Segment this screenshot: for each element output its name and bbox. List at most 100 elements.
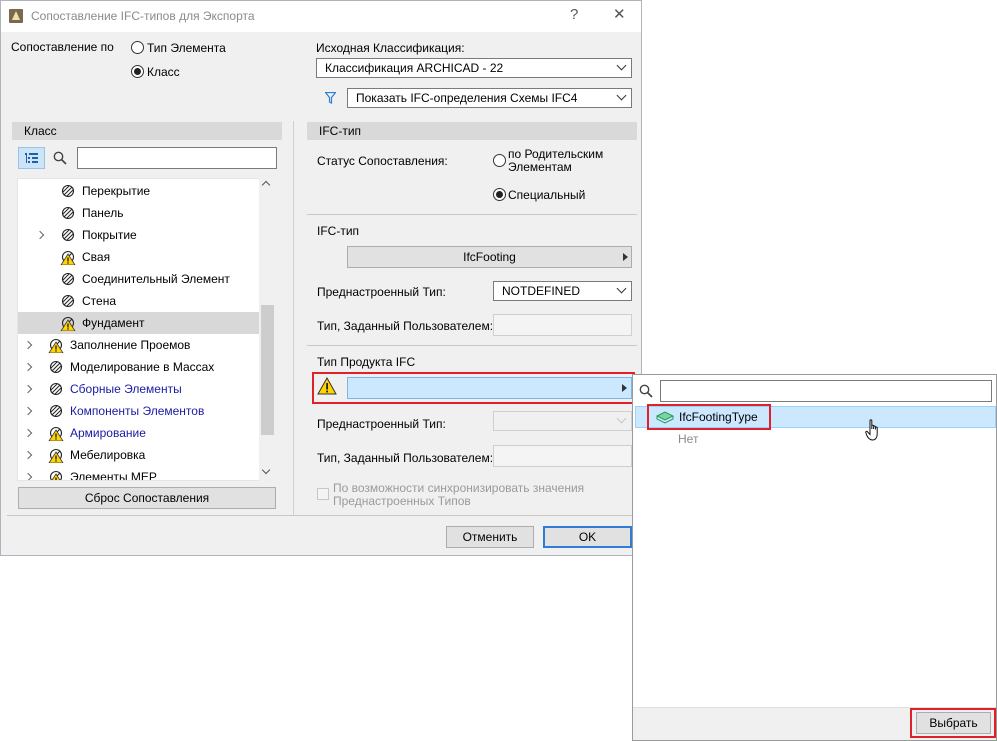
tree-item-label: Свая	[82, 250, 111, 264]
hand-cursor-icon	[865, 419, 878, 441]
predefined-type-select[interactable]: NOTDEFINED	[493, 281, 632, 301]
user-defined-type-label: Тип, Заданный Пользователем:	[317, 319, 494, 333]
tree-item[interactable]: Моделирование в Массах	[18, 356, 261, 378]
separator	[307, 214, 637, 215]
panel-icon	[61, 206, 75, 220]
assembly-icon	[49, 382, 63, 396]
tree-item[interactable]: Соединительный Элемент	[18, 268, 261, 290]
radio-element-type-label[interactable]: Тип Элемента	[147, 41, 226, 55]
warning-rebar-icon	[48, 426, 64, 441]
ok-button[interactable]: OK	[543, 526, 632, 548]
help-button[interactable]: ?	[570, 7, 578, 23]
highlight-frame-ifcfootingtype	[647, 404, 771, 430]
tree-item[interactable]: Панель	[18, 202, 261, 224]
radio-class-label[interactable]: Класс	[147, 65, 180, 79]
ifc-schema-filter-select[interactable]: Показать IFC-определения Схемы IFC4	[347, 88, 632, 108]
predefined-type-2-select	[493, 411, 632, 431]
tree-item-label: Моделирование в Массах	[70, 360, 215, 374]
tree-item[interactable]: Свая	[18, 246, 261, 268]
tree-item-label: Компоненты Элементов	[70, 404, 205, 418]
tree-item[interactable]: Перекрытие	[18, 180, 261, 202]
window-title: Сопоставление IFC-типов для Экспорта	[31, 9, 255, 23]
radio-status-parent-label[interactable]: по Родительским Элементам	[508, 148, 618, 174]
tree-list-icon	[25, 153, 38, 163]
user-defined-type-2-field	[493, 445, 632, 467]
chevron-down-icon	[616, 283, 627, 294]
tree-item[interactable]: Покрытие	[18, 224, 261, 246]
radio-status-special[interactable]	[493, 188, 506, 201]
tree-item[interactable]: Стена	[18, 290, 261, 312]
tree-item-label: Сборные Элементы	[70, 382, 182, 396]
source-classification-select[interactable]: Классификация ARCHICAD - 22	[316, 58, 632, 78]
popup-search-input[interactable]	[660, 380, 992, 402]
covering-icon	[61, 228, 75, 242]
warning-furniture-icon	[48, 448, 64, 463]
popup-item-none[interactable]: Нет	[678, 432, 698, 446]
warning-footing-icon	[60, 316, 76, 331]
separator	[307, 345, 637, 346]
tree-item-label: Элементы MEP	[70, 470, 157, 481]
chevron-right-icon[interactable]	[23, 384, 33, 394]
chevron-right-icon[interactable]	[35, 230, 45, 240]
tree-item-label: Соединительный Элемент	[82, 272, 230, 286]
product-type-popup: IfcFootingType Нет Выбрать	[632, 374, 997, 741]
ifc-schema-filter-value: Показать IFC-определения Схемы IFC4	[356, 91, 578, 105]
highlight-frame-product-type	[312, 372, 635, 404]
sync-predefined-label: По возможности синхронизировать значения…	[333, 481, 585, 508]
predefined-type-label: Преднастроенный Тип:	[317, 285, 446, 299]
ifc-type-selector-button[interactable]: IfcFooting	[347, 246, 632, 268]
archicad-app-icon	[9, 9, 23, 23]
sync-predefined-checkbox	[317, 488, 329, 500]
tree-item[interactable]: Армирование	[18, 422, 261, 444]
chevron-down-icon	[616, 60, 627, 71]
tree-item-label: Покрытие	[82, 228, 137, 242]
filter-icon	[325, 92, 336, 104]
tree-item[interactable]: Фундамент	[18, 312, 261, 334]
tree-item[interactable]: Заполнение Проемов	[18, 334, 261, 356]
close-button[interactable]: ✕	[613, 7, 626, 23]
ifc-type-section-label: IFC-тип	[317, 224, 360, 238]
highlight-frame-select-button	[910, 708, 996, 738]
tree-item-label: Заполнение Проемов	[70, 338, 191, 352]
chevron-right-icon[interactable]	[23, 340, 33, 350]
warning-opening-icon	[48, 338, 64, 353]
predefined-type-2-label: Преднастроенный Тип:	[317, 417, 446, 431]
scrollbar-thumb[interactable]	[261, 305, 274, 435]
tree-view-toggle-button[interactable]	[18, 147, 45, 169]
radio-element-type[interactable]	[131, 41, 144, 54]
tree-item[interactable]: Мебелировка	[18, 444, 261, 466]
ifc-type-value: IfcFooting	[463, 250, 516, 264]
chevron-right-icon[interactable]	[23, 406, 33, 416]
tree-item-label: Стена	[82, 294, 117, 308]
chevron-right-icon[interactable]	[23, 472, 33, 480]
radio-status-special-label[interactable]: Специальный	[508, 188, 585, 202]
warning-mep-icon	[49, 470, 63, 480]
tree-item-label: Фундамент	[82, 316, 145, 330]
chevron-right-icon[interactable]	[23, 450, 33, 460]
wall-icon	[61, 294, 75, 308]
user-defined-type-field	[493, 314, 632, 336]
arrow-right-icon	[623, 253, 628, 261]
radio-class[interactable]	[131, 65, 144, 78]
mapping-status-label: Статус Сопоставления:	[317, 154, 448, 168]
class-search-input[interactable]	[77, 147, 277, 169]
chevron-right-icon[interactable]	[23, 362, 33, 372]
slab-icon	[61, 184, 75, 198]
tree-item[interactable]: Сборные Элементы	[18, 378, 261, 400]
radio-status-parent[interactable]	[493, 154, 506, 167]
tree-item[interactable]: Элементы MEP	[18, 466, 261, 481]
title-bar: Сопоставление IFC-типов для Экспорта ? ✕	[1, 1, 641, 32]
reset-mapping-button[interactable]: Сброс Сопоставления	[18, 487, 276, 509]
cancel-button[interactable]: Отменить	[446, 526, 534, 548]
chevron-right-icon[interactable]	[23, 428, 33, 438]
tree-item[interactable]: Компоненты Элементов	[18, 400, 261, 422]
warning-pile-icon	[60, 250, 76, 265]
chevron-down-icon	[616, 90, 627, 101]
class-tree[interactable]: Перекрытие Панель Покрытие Свая Соединительн…	[17, 178, 275, 481]
tree-item-label: Панель	[82, 206, 124, 220]
source-classification-value: Классификация ARCHICAD - 22	[325, 61, 504, 75]
tree-item-label: Перекрытие	[82, 184, 151, 198]
ifc-type-panel-header: IFC-тип	[307, 122, 637, 140]
separator	[7, 515, 637, 516]
mapping-by-label: Сопоставление по	[11, 40, 114, 54]
